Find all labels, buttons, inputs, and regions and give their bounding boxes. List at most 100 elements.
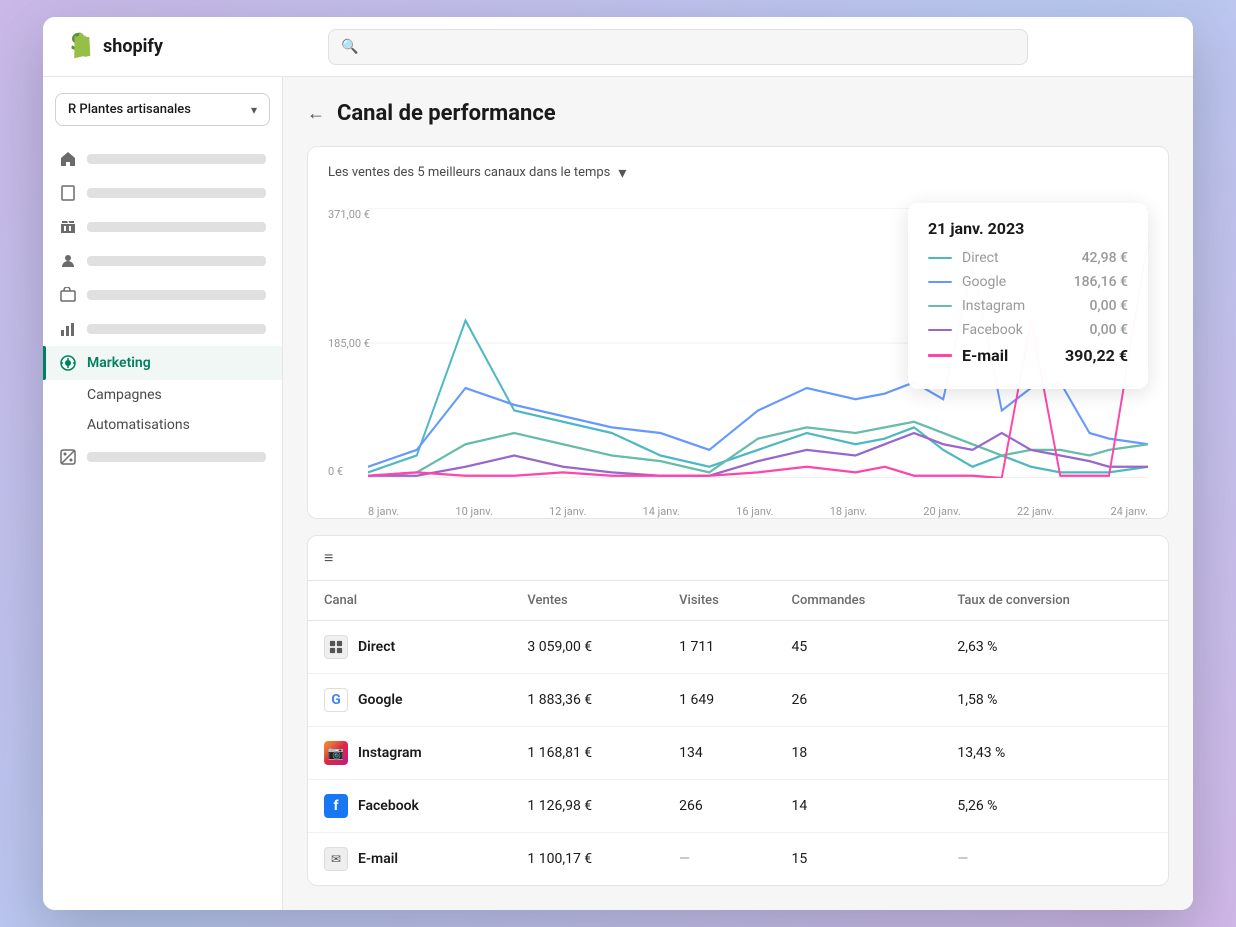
google-icon: G — [324, 688, 348, 712]
x-label-4: 16 janv. — [736, 505, 773, 518]
table-row: f Facebook 1 126,98 € 266 14 5,26 % — [308, 780, 1168, 833]
orders-facebook: 14 — [776, 780, 942, 833]
nav-analytics-label — [87, 324, 266, 334]
sidebar-item-home[interactable] — [43, 142, 282, 176]
sidebar-item-orders[interactable] — [43, 176, 282, 210]
chart-header: Les ventes des 5 meilleurs canaux dans l… — [308, 147, 1168, 198]
tooltip-channel-facebook: Facebook — [962, 322, 1080, 338]
tooltip-value-direct: 42,98 € — [1082, 250, 1128, 266]
sidebar-subitem-campaigns[interactable]: Campagnes — [43, 380, 282, 410]
x-label-1: 10 janv. — [455, 505, 492, 518]
orders-email: 15 — [776, 833, 942, 886]
store-name: R Plantes artisanales — [68, 102, 191, 117]
x-label-5: 18 janv. — [830, 505, 867, 518]
email-icon: ✉ — [324, 847, 348, 871]
search-icon: 🔍 — [341, 39, 358, 55]
channel-cell-direct: Direct — [308, 621, 511, 674]
x-label-0: 8 janv. — [368, 505, 399, 518]
page-title: Canal de performance — [337, 101, 556, 126]
x-label-2: 12 janv. — [549, 505, 586, 518]
tooltip-channel-instagram: Instagram — [962, 298, 1080, 314]
col-ventes[interactable]: Ventes — [511, 581, 663, 621]
nav-customers-label — [87, 256, 266, 266]
tooltip-line-direct — [928, 257, 952, 259]
orders-direct: 45 — [776, 621, 942, 674]
instagram-icon: 📷 — [324, 741, 348, 765]
tooltip-line-instagram — [928, 305, 952, 307]
conversion-direct: 2,63 % — [941, 621, 1168, 674]
sidebar: R Plantes artisanales ▾ — [43, 77, 283, 910]
nav-finances-label — [87, 290, 266, 300]
tooltip-channel-google: Google — [962, 274, 1064, 290]
main-content: ← Canal de performance Les ventes des 5 … — [283, 77, 1193, 910]
sidebar-item-analytics[interactable] — [43, 312, 282, 346]
tooltip-value-instagram: 0,00 € — [1090, 298, 1128, 314]
visits-instagram: 134 — [663, 727, 775, 780]
tooltip-row-direct: Direct 42,98 € — [928, 250, 1128, 266]
page-header: ← Canal de performance — [307, 101, 1169, 126]
y-label-mid: 185,00 € — [328, 337, 370, 350]
finances-icon — [59, 286, 77, 304]
sidebar-item-finances[interactable] — [43, 278, 282, 312]
logo: shopify — [63, 31, 163, 63]
conversion-facebook: 5,26 % — [941, 780, 1168, 833]
table-row: 📷 Instagram 1 168,81 € 134 18 13,43 % — [308, 727, 1168, 780]
visits-facebook: 266 — [663, 780, 775, 833]
tooltip-channel-email: E-mail — [962, 346, 1055, 365]
chart-tooltip: 21 janv. 2023 Direct 42,98 € Google 186,… — [908, 203, 1148, 389]
orders-google: 26 — [776, 674, 942, 727]
nav-orders-label — [87, 188, 266, 198]
shopify-logo-icon — [63, 31, 95, 63]
orders-icon — [59, 184, 77, 202]
products-icon — [59, 218, 77, 236]
channel-name-email: E-mail — [358, 851, 398, 867]
table-row: ✉ E-mail 1 100,17 € — 15 — — [308, 833, 1168, 886]
sales-google: 1 883,36 € — [511, 674, 663, 727]
tooltip-row-google: Google 186,16 € — [928, 274, 1128, 290]
tooltip-line-google — [928, 281, 952, 283]
tooltip-value-google: 186,16 € — [1074, 274, 1128, 290]
channel-name-direct: Direct — [358, 639, 395, 655]
y-label-bottom: 0 € — [328, 465, 370, 478]
channel-name-facebook: Facebook — [358, 798, 419, 814]
tooltip-value-email: 390,22 € — [1065, 346, 1128, 365]
nav-products-label — [87, 222, 266, 232]
sidebar-item-products[interactable] — [43, 210, 282, 244]
tooltip-line-facebook — [928, 329, 952, 331]
channel-name-instagram: Instagram — [358, 745, 422, 761]
chart-title: Les ventes des 5 meilleurs canaux dans l… — [328, 165, 610, 180]
col-canal: Canal — [308, 581, 511, 621]
table-row: Direct 3 059,00 € 1 711 45 2,63 % — [308, 621, 1168, 674]
channel-cell-email: ✉ E-mail — [308, 833, 511, 886]
chevron-down-icon: ▾ — [251, 103, 257, 117]
visits-google: 1 649 — [663, 674, 775, 727]
filter-icon[interactable]: ≡ — [324, 548, 333, 567]
col-commandes: Commandes — [776, 581, 942, 621]
search-bar[interactable]: 🔍 — [328, 29, 1028, 65]
back-button[interactable]: ← — [307, 103, 325, 124]
table-row: G Google 1 883,36 € 1 649 26 1,58 % — [308, 674, 1168, 727]
tooltip-line-email — [928, 354, 952, 357]
col-conversion: Taux de conversion — [941, 581, 1168, 621]
sales-direct: 3 059,00 € — [511, 621, 663, 674]
table-filter[interactable]: ≡ — [308, 536, 1168, 581]
col-visites: Visites — [663, 581, 775, 621]
sidebar-item-customers[interactable] — [43, 244, 282, 278]
chart-dropdown-icon[interactable]: ▾ — [618, 163, 626, 182]
x-label-6: 20 janv. — [923, 505, 960, 518]
x-label-3: 14 janv. — [643, 505, 680, 518]
x-axis-labels: 8 janv. 10 janv. 12 janv. 14 janv. 16 ja… — [368, 505, 1148, 518]
store-selector[interactable]: R Plantes artisanales ▾ — [55, 93, 270, 126]
sidebar-item-marketing[interactable]: Marketing — [43, 346, 282, 380]
channel-cell-google: G Google — [308, 674, 511, 727]
discounts-icon — [59, 448, 77, 466]
tooltip-row-instagram: Instagram 0,00 € — [928, 298, 1128, 314]
customers-icon — [59, 252, 77, 270]
header: shopify 🔍 — [43, 17, 1193, 77]
table-header-row: Canal Ventes Visites Commandes Taux de c… — [308, 581, 1168, 621]
sidebar-item-discounts[interactable] — [43, 440, 282, 474]
sidebar-subitem-automations[interactable]: Automatisations — [43, 410, 282, 440]
conversion-email: — — [941, 833, 1168, 886]
x-label-8: 24 janv. — [1110, 505, 1147, 518]
conversion-google: 1,58 % — [941, 674, 1168, 727]
